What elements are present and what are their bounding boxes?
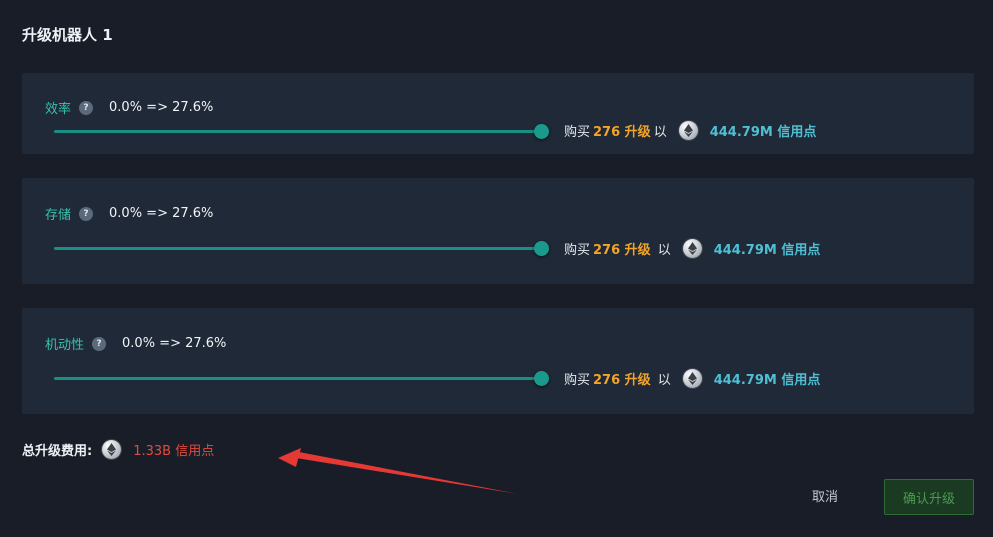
upgrade-qty: 276 升级 — [593, 243, 651, 258]
cancel-button[interactable]: 取消 — [812, 486, 838, 505]
upgrade-panel-efficiency: 效率 ? 0.0% => 27.6% 购买 276 升级 以 444.79M 信… — [22, 73, 974, 154]
buy-summary: 购买 276 升级 以 444.79M 信用点 — [564, 369, 820, 388]
buy-summary: 购买 276 升级 以 444.79M 信用点 — [564, 121, 816, 140]
stat-change: 0.0% => 27.6% — [109, 206, 214, 221]
buy-prefix: 购买 — [564, 373, 591, 388]
upgrade-price: 444.79M 信用点 — [713, 373, 821, 388]
stat-change: 0.0% => 27.6% — [109, 100, 214, 115]
buy-suffix: 以 — [653, 125, 667, 140]
upgrade-panel-storage: 存储 ? 0.0% => 27.6% 购买 276 升级 以 444.79M 信… — [22, 178, 974, 284]
coin-icon — [678, 121, 698, 140]
upgrade-price: 444.79M 信用点 — [713, 243, 821, 258]
coin-icon — [102, 440, 122, 459]
help-icon[interactable]: ? — [79, 206, 94, 221]
total-cost: 总升级费用: 1.33B 信用点 — [22, 440, 214, 459]
upgrade-qty: 276 升级 — [593, 125, 651, 140]
stat-change: 0.0% => 27.6% — [122, 336, 227, 351]
stat-name: 效率 — [45, 102, 72, 117]
coin-icon — [682, 369, 702, 388]
buy-prefix: 购买 — [564, 243, 591, 258]
storage-slider[interactable] — [54, 241, 549, 256]
upgrade-price: 444.79M 信用点 — [709, 125, 817, 140]
stat-name: 机动性 — [45, 338, 85, 353]
help-icon[interactable]: ? — [92, 336, 107, 351]
help-icon[interactable]: ? — [79, 100, 94, 115]
stat-name: 存储 — [45, 208, 72, 223]
confirm-upgrade-button[interactable]: 确认升级 — [884, 479, 974, 515]
upgrade-panel-mobility: 机动性 ? 0.0% => 27.6% 购买 276 升级 以 444.79M … — [22, 308, 974, 414]
coin-icon — [682, 239, 702, 258]
buy-suffix: 以 — [657, 373, 671, 388]
buy-prefix: 购买 — [564, 125, 591, 140]
slider-thumb[interactable] — [534, 241, 549, 256]
slider-thumb[interactable] — [534, 371, 549, 386]
total-cost-label: 总升级费用: — [22, 444, 93, 459]
slider-thumb[interactable] — [534, 124, 549, 139]
buy-summary: 购买 276 升级 以 444.79M 信用点 — [564, 239, 820, 258]
dialog-title: 升级机器人 1 — [22, 26, 113, 44]
buy-suffix: 以 — [657, 243, 671, 258]
efficiency-slider[interactable] — [54, 124, 549, 139]
upgrade-qty: 276 升级 — [593, 373, 651, 388]
mobility-slider[interactable] — [54, 371, 549, 386]
total-cost-value: 1.33B 信用点 — [133, 444, 215, 459]
